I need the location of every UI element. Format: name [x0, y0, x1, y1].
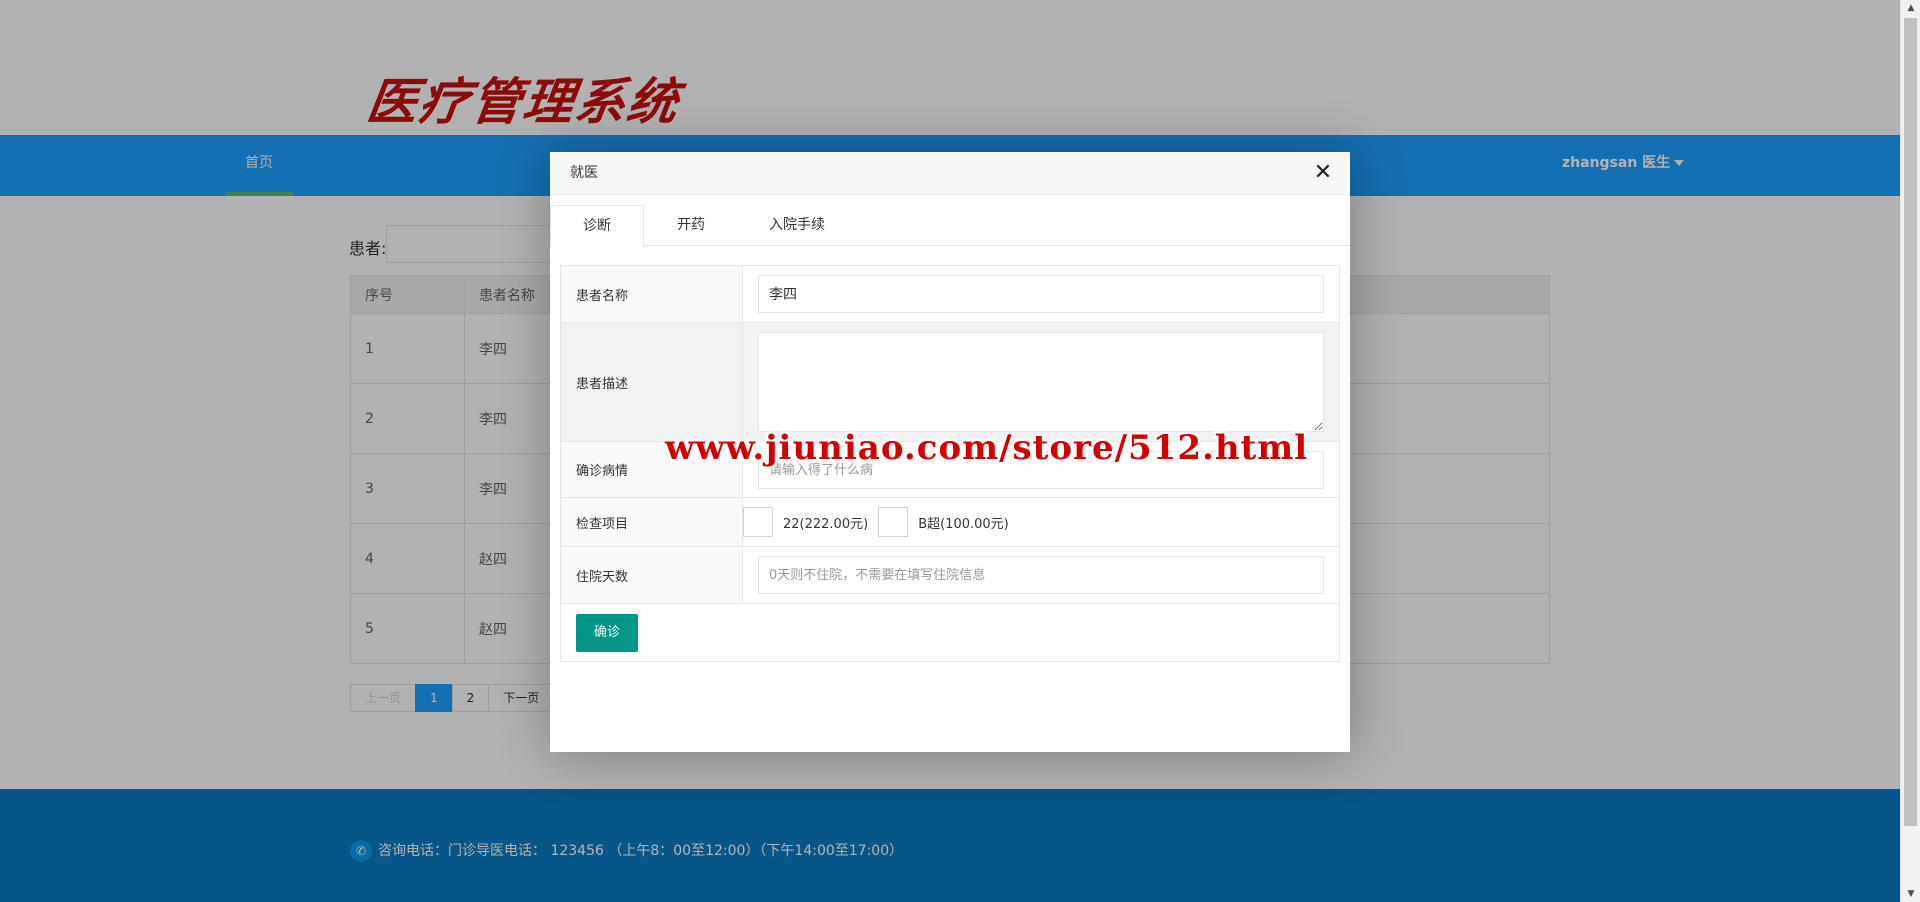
exam-items-label: 检查项目	[561, 498, 743, 546]
scroll-down-arrow-icon[interactable]: ▼	[1901, 886, 1920, 902]
tab-admission[interactable]: 入院手续	[752, 205, 842, 246]
exam-item-label: B超(100.00元)	[918, 516, 1009, 532]
exam-item-checkbox[interactable]	[878, 507, 909, 537]
scrollbar-thumb[interactable]	[1904, 18, 1917, 826]
tab-prescribe[interactable]: 开药	[660, 205, 722, 246]
patient-desc-label: 患者描述	[561, 323, 743, 441]
tab-diagnosis[interactable]: 诊断	[550, 205, 644, 247]
dialog-tabs: 诊断 开药 入院手续	[550, 205, 1350, 247]
patient-desc-textarea[interactable]	[758, 332, 1324, 432]
form-row-actions: 确诊	[561, 604, 1339, 661]
confirm-diagnosis-button[interactable]: 确诊	[576, 614, 639, 652]
form-row-patient-name: 患者名称	[561, 266, 1339, 323]
watermark: www.jiuniao.com/store/512.html	[665, 428, 1309, 468]
stay-days-label: 住院天数	[561, 547, 743, 603]
patient-name-label: 患者名称	[561, 266, 743, 322]
vertical-scrollbar[interactable]: ▲ ▼	[1900, 0, 1920, 902]
close-icon[interactable]: ✕	[1312, 162, 1334, 184]
stay-days-input[interactable]	[758, 556, 1324, 594]
dialog-title: 就医	[550, 152, 1350, 195]
exam-item-label: 22(222.00元)	[783, 516, 869, 532]
form-row-exam-items: 检查项目 22(222.00元) B超(100.00元)	[561, 498, 1339, 547]
patient-name-input[interactable]	[758, 275, 1324, 313]
form-row-patient-desc: 患者描述	[561, 323, 1339, 442]
form-row-stay-days: 住院天数	[561, 547, 1339, 604]
scroll-up-arrow-icon[interactable]: ▲	[1901, 0, 1920, 16]
exam-item-checkbox[interactable]	[743, 507, 773, 537]
